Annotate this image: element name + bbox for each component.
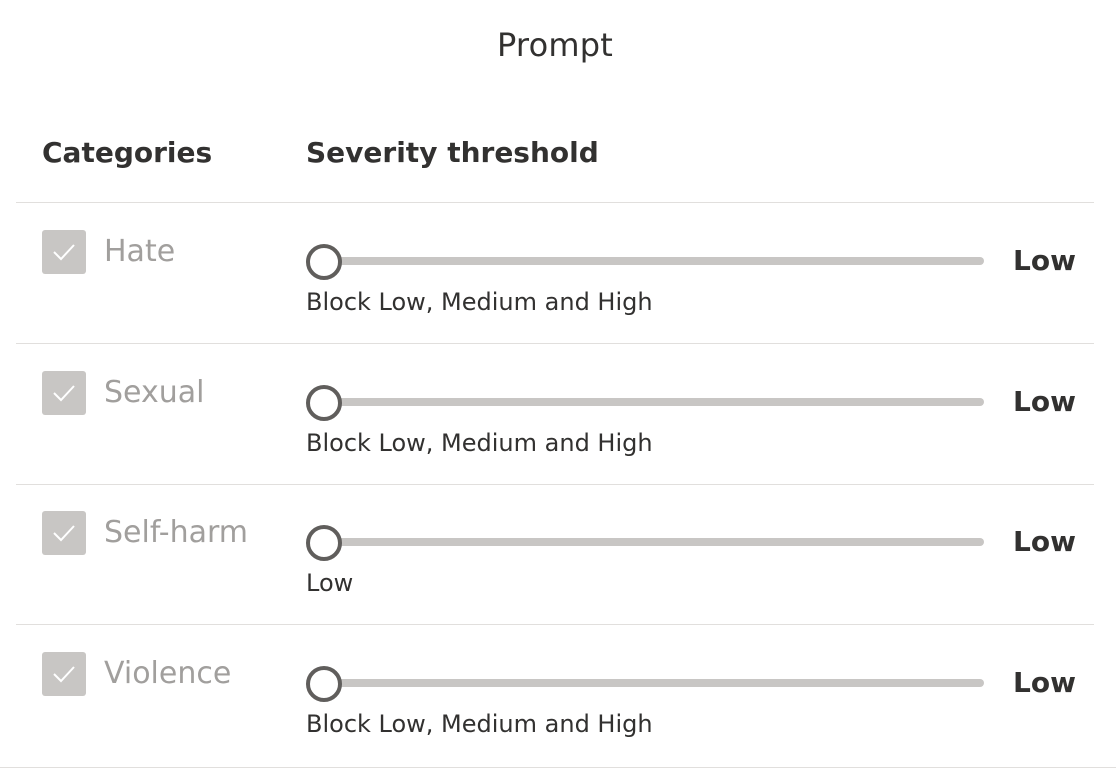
severity-slider-track[interactable] bbox=[322, 538, 984, 546]
category-row-violence: Violence Low Block Low, Medium and High bbox=[16, 626, 1094, 766]
checkmark-icon bbox=[53, 666, 75, 683]
sexual-checkbox[interactable] bbox=[42, 371, 86, 415]
severity-slider-thumb[interactable] bbox=[306, 525, 342, 561]
category-label: Self-harm bbox=[104, 515, 249, 550]
row-divider bbox=[16, 343, 1094, 344]
severity-level-value: Low bbox=[1013, 385, 1076, 418]
self-harm-checkbox[interactable] bbox=[42, 511, 86, 555]
severity-description: Block Low, Medium and High bbox=[306, 710, 653, 738]
row-divider bbox=[16, 624, 1094, 625]
severity-slider-track[interactable] bbox=[322, 398, 984, 406]
checkmark-icon bbox=[53, 244, 75, 261]
severity-description: Block Low, Medium and High bbox=[306, 288, 653, 316]
severity-level-value: Low bbox=[1013, 244, 1076, 277]
severity-description: Low bbox=[306, 569, 354, 597]
category-label: Hate bbox=[104, 234, 176, 269]
severity-slider-thumb[interactable] bbox=[306, 385, 342, 421]
column-header-severity-threshold: Severity threshold bbox=[306, 136, 599, 169]
header-divider bbox=[16, 202, 1094, 203]
category-row-sexual: Sexual Low Block Low, Medium and High bbox=[16, 345, 1094, 485]
severity-slider-track[interactable] bbox=[322, 257, 984, 265]
checkmark-icon bbox=[53, 525, 75, 542]
column-header-categories: Categories bbox=[42, 136, 213, 169]
category-row-self-harm: Self-harm Low Low bbox=[16, 485, 1094, 625]
severity-slider-thumb[interactable] bbox=[306, 244, 342, 280]
severity-slider-thumb[interactable] bbox=[306, 666, 342, 702]
violence-checkbox[interactable] bbox=[42, 652, 86, 696]
severity-description: Block Low, Medium and High bbox=[306, 429, 653, 457]
hate-checkbox[interactable] bbox=[42, 230, 86, 274]
severity-level-value: Low bbox=[1013, 525, 1076, 558]
severity-level-value: Low bbox=[1013, 666, 1076, 699]
category-label: Sexual bbox=[104, 375, 205, 410]
category-label: Violence bbox=[104, 656, 232, 691]
category-row-hate: Hate Low Block Low, Medium and High bbox=[16, 204, 1094, 344]
panel-title: Prompt bbox=[497, 26, 613, 64]
checkmark-icon bbox=[53, 385, 75, 402]
severity-slider-track[interactable] bbox=[322, 679, 984, 687]
panel-bottom-border bbox=[0, 767, 1116, 768]
